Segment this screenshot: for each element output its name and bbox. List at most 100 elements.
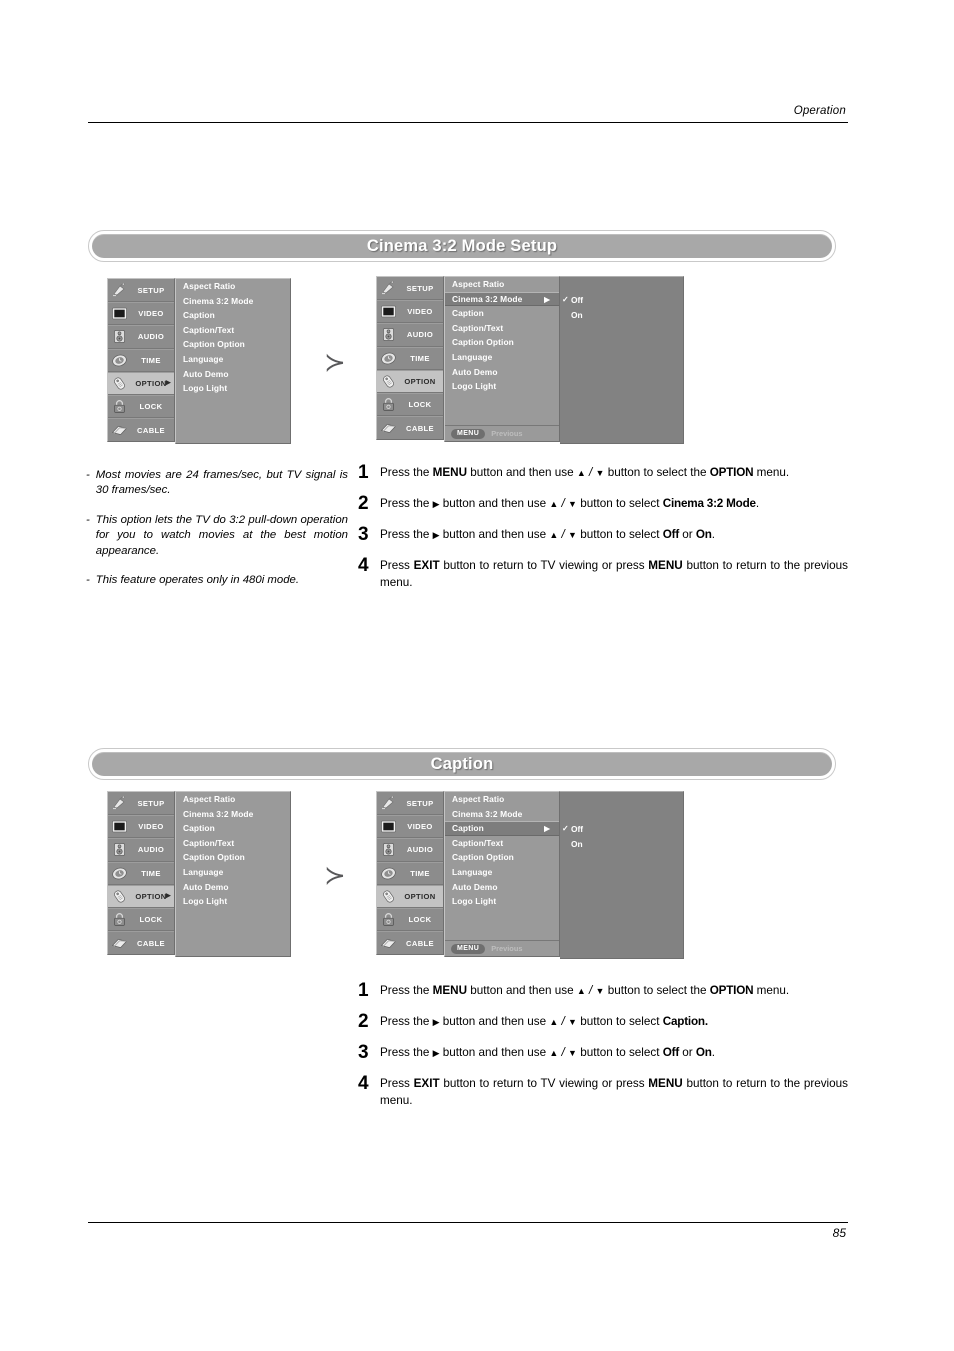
osd-submenu-item-off[interactable]: ✓ Off — [560, 293, 683, 308]
osd-sidebar-item-option[interactable]: OPTION ▶ — [108, 371, 174, 395]
osd-option-item[interactable]: Aspect Ratio — [176, 792, 290, 807]
padlock-icon — [111, 399, 128, 414]
osd-sidebar-item-time[interactable]: TIME — [377, 346, 443, 370]
osd-sidebar-item-lock[interactable]: LOCK — [108, 394, 174, 419]
osd-submenu-item-off[interactable]: ✓ Off — [560, 822, 683, 837]
osd-previous-label: Previous — [491, 429, 523, 438]
osd-option-item[interactable]: Caption Option — [445, 850, 559, 865]
instruction-step: 2 Press the ▶ button and then use ▲ / ▼ b… — [358, 1012, 848, 1031]
chevron-right-icon: ▶ — [544, 824, 550, 834]
osd-sidebar-item-audio[interactable]: AUDIO — [108, 325, 174, 349]
osd-sidebar-item-cable[interactable]: CABLE — [108, 418, 174, 441]
header-rule — [88, 122, 848, 123]
osd-sidebar-item-setup[interactable]: SETUP — [377, 792, 443, 816]
checkmark-icon: ✓ — [562, 824, 569, 833]
osd-sidebar-item-time[interactable]: TIME — [377, 861, 443, 885]
osd-sidebar-item-audio[interactable]: AUDIO — [377, 323, 443, 347]
osd-list-spacer — [176, 909, 290, 956]
osd-option-item[interactable]: Caption/Text — [445, 321, 559, 336]
osd-sidebar-item-video[interactable]: VIDEO — [377, 300, 443, 324]
osd-sidebar-item-setup[interactable]: SETUP — [377, 277, 443, 301]
osd-sidebar-item-lock[interactable]: LOCK — [377, 392, 443, 417]
osd-sidebar-item-time[interactable]: TIME — [108, 348, 174, 372]
osd-option-item[interactable]: Logo Light — [176, 894, 290, 909]
osd-sidebar-label: TIME — [141, 868, 161, 878]
clock-icon — [111, 353, 128, 368]
osd-sidebar-item-setup[interactable]: SETUP — [108, 792, 174, 816]
osd-option-item[interactable]: Caption/Text — [445, 836, 559, 851]
step-text: Press the ▶ button and then use ▲ / ▼ bu… — [380, 1046, 715, 1059]
osd-sidebar-item-cable[interactable]: CABLE — [377, 416, 443, 439]
osd-option-item[interactable]: Cinema 3:2 Mode — [176, 294, 290, 309]
osd-sidebar-item-video[interactable]: VIDEO — [377, 815, 443, 839]
osd-sidebar-item-setup[interactable]: SETUP — [108, 279, 174, 303]
osd-option-item[interactable]: Logo Light — [445, 379, 559, 394]
section-title-caption: Caption — [88, 748, 836, 780]
osd-option-item[interactable]: Language — [445, 865, 559, 880]
osd-option-item[interactable]: Logo Light — [445, 894, 559, 909]
osd-option-item[interactable]: Caption Option — [445, 335, 559, 350]
osd-option-item[interactable]: Cinema 3:2 Mode — [176, 807, 290, 822]
osd-sidebar-item-option[interactable]: OPTION — [377, 884, 443, 908]
osd-option-item[interactable]: Caption Option — [176, 337, 290, 352]
osd-option-item[interactable]: Caption Option — [176, 850, 290, 865]
osd-sidebar-item-cable[interactable]: CABLE — [108, 931, 174, 954]
osd-sidebar-label: CABLE — [406, 423, 434, 433]
osd-submenu-item-on[interactable]: On — [560, 308, 683, 323]
osd-option-item[interactable]: Auto Demo — [445, 880, 559, 895]
osd-sidebar-item-cable[interactable]: CABLE — [377, 931, 443, 954]
step-number: 4 — [358, 1073, 369, 1094]
osd-submenu-item-on[interactable]: On — [560, 837, 683, 852]
osd-option-item[interactable]: Caption — [176, 308, 290, 323]
clock-icon — [380, 351, 397, 366]
osd-sidebar-item-option[interactable]: OPTION — [377, 369, 443, 393]
osd-option-item[interactable]: Caption ▶ — [445, 821, 559, 836]
osd-menu-button[interactable]: MENU — [451, 943, 486, 954]
osd-option-item[interactable]: Cinema 3:2 Mode ▶ — [445, 291, 559, 307]
osd-option-item[interactable]: Caption — [176, 821, 290, 836]
osd-sidebar-item-video[interactable]: VIDEO — [108, 302, 174, 326]
osd-sidebar-label: LOCK — [408, 400, 432, 410]
header-section-label: Operation — [793, 105, 846, 117]
osd-list-spacer — [445, 909, 559, 940]
osd-option-item[interactable]: Aspect Ratio — [445, 277, 559, 292]
osd-option-label: Auto Demo — [183, 881, 229, 892]
osd-option-item[interactable]: Logo Light — [176, 381, 290, 396]
osd-option-item[interactable]: Caption/Text — [176, 836, 290, 851]
osd-sidebar-label: LOCK — [139, 402, 163, 412]
instruction-step: 3 Press the ▶ button and then use ▲ / ▼ b… — [358, 525, 848, 544]
osd-option-item[interactable]: Language — [176, 865, 290, 880]
osd-sidebar-item-lock[interactable]: LOCK — [377, 907, 443, 932]
osd-sidebar-item-audio[interactable]: AUDIO — [108, 838, 174, 862]
note-item: - This feature operates only in 480i mode… — [86, 573, 348, 588]
osd-sidebar: SETUP VIDEO AUDIO TIME OPTION ▶ LOCK CABL… — [107, 278, 175, 443]
osd-option-label: Auto Demo — [183, 368, 229, 379]
osd-option-item[interactable]: Language — [445, 350, 559, 365]
osd-sidebar-item-video[interactable]: VIDEO — [108, 815, 174, 839]
cable-icon — [380, 421, 397, 436]
osd-option-item[interactable]: Auto Demo — [445, 365, 559, 380]
speaker-icon — [380, 842, 397, 857]
osd-option-item[interactable]: Auto Demo — [176, 880, 290, 895]
osd-option-item[interactable]: Language — [176, 352, 290, 367]
step-number: 4 — [358, 555, 369, 576]
page-number: 85 — [832, 1226, 846, 1240]
osd-option-item[interactable]: Caption/Text — [176, 323, 290, 338]
osd-option-item[interactable]: Aspect Ratio — [176, 279, 290, 294]
note-item: - This option lets the TV do 3:2 pull-dow… — [86, 513, 348, 559]
osd-sidebar-item-audio[interactable]: AUDIO — [377, 838, 443, 862]
osd-option-item[interactable]: Cinema 3:2 Mode — [445, 807, 559, 822]
cable-icon — [111, 936, 128, 951]
osd-menu-button[interactable]: MENU — [451, 428, 486, 439]
osd-option-item[interactable]: Caption — [445, 306, 559, 321]
osd-sidebar-item-time[interactable]: TIME — [108, 861, 174, 885]
osd-sidebar-item-lock[interactable]: LOCK — [108, 907, 174, 932]
section-title-caption-inner: Caption — [92, 752, 832, 776]
osd-option-item[interactable]: Aspect Ratio — [445, 792, 559, 807]
osd-sidebar: SETUP VIDEO AUDIO TIME OPTION LOCK CABLE — [376, 791, 444, 956]
osd-option-item[interactable]: Auto Demo — [176, 367, 290, 382]
osd-option-label: Caption Option — [452, 337, 514, 348]
osd-submenu-label: On — [571, 309, 583, 320]
step-text: Press the ▶ button and then use ▲ / ▼ bu… — [380, 528, 715, 541]
osd-sidebar-item-option[interactable]: OPTION ▶ — [108, 884, 174, 908]
